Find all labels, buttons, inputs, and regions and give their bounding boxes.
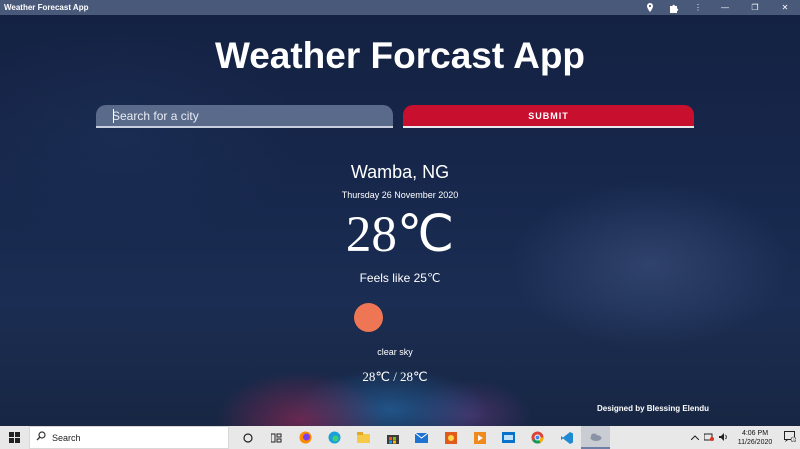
task-view-icon[interactable] [233, 426, 262, 449]
system-tray: 4:06 PM 11/26/2020 3 [688, 426, 800, 449]
text-cursor [113, 109, 114, 123]
search-icon [30, 431, 52, 444]
taskbar: Search 4:06 PM 11/26/2020 3 [0, 426, 800, 449]
store-icon[interactable] [378, 426, 407, 449]
app-heading: Weather Forcast App [214, 35, 586, 76]
pinned-apps [233, 426, 610, 449]
current-date: Thursday 26 November 2020 [341, 190, 459, 200]
designer-credit: Designed by Blessing Elendu [596, 404, 709, 413]
sun-icon [354, 303, 383, 332]
current-temperature: 28℃ [345, 207, 455, 263]
file-explorer-icon[interactable] [349, 426, 378, 449]
media-player-icon[interactable] [465, 426, 494, 449]
feels-like: Feels like 25℃ [359, 271, 441, 285]
weather-description: clear sky [377, 347, 413, 357]
photos-icon[interactable] [436, 426, 465, 449]
submit-button[interactable]: SUBMIT [403, 105, 694, 128]
chevron-up-icon[interactable] [688, 433, 702, 442]
taskbar-search-label: Search [52, 432, 81, 443]
window-titlebar: Weather Forecast App ⋮ — ❐ ✕ [0, 0, 800, 15]
extension-puzzle-icon[interactable] [662, 0, 686, 15]
notification-center-icon[interactable]: 3 [780, 431, 800, 444]
mail-icon[interactable] [407, 426, 436, 449]
clock-date: 11/26/2020 [737, 438, 773, 446]
window-controls: ⋮ — ❐ ✕ [638, 0, 800, 15]
outlook-icon[interactable] [494, 426, 523, 449]
edge-icon[interactable] [320, 426, 349, 449]
chrome-icon[interactable] [523, 426, 552, 449]
more-vertical-icon[interactable]: ⋮ [686, 0, 710, 15]
windows-start-icon[interactable] [0, 426, 29, 449]
weather-app-icon[interactable] [581, 426, 610, 449]
location-pin-icon[interactable] [638, 0, 662, 15]
vscode-icon[interactable] [552, 426, 581, 449]
min-max-temperature: 28℃ / 28℃ [362, 369, 428, 384]
weather-app: Weather Forcast App SUBMIT Wamba, NG Thu… [0, 15, 800, 426]
system-clock[interactable]: 4:06 PM 11/26/2020 [730, 429, 780, 447]
close-button[interactable]: ✕ [770, 0, 800, 15]
minimize-button[interactable]: — [710, 0, 740, 15]
firefox-icon[interactable] [291, 426, 320, 449]
city-search-input[interactable] [96, 105, 393, 128]
taskbar-search[interactable]: Search [29, 426, 229, 449]
widgets-icon[interactable] [262, 426, 291, 449]
volume-icon[interactable] [716, 432, 730, 443]
location-name: Wamba, NG [350, 162, 450, 182]
window-title: Weather Forecast App [4, 3, 89, 12]
clock-time: 4:06 PM [741, 429, 769, 437]
network-status-icon[interactable] [702, 433, 716, 443]
maximize-button[interactable]: ❐ [740, 0, 770, 15]
